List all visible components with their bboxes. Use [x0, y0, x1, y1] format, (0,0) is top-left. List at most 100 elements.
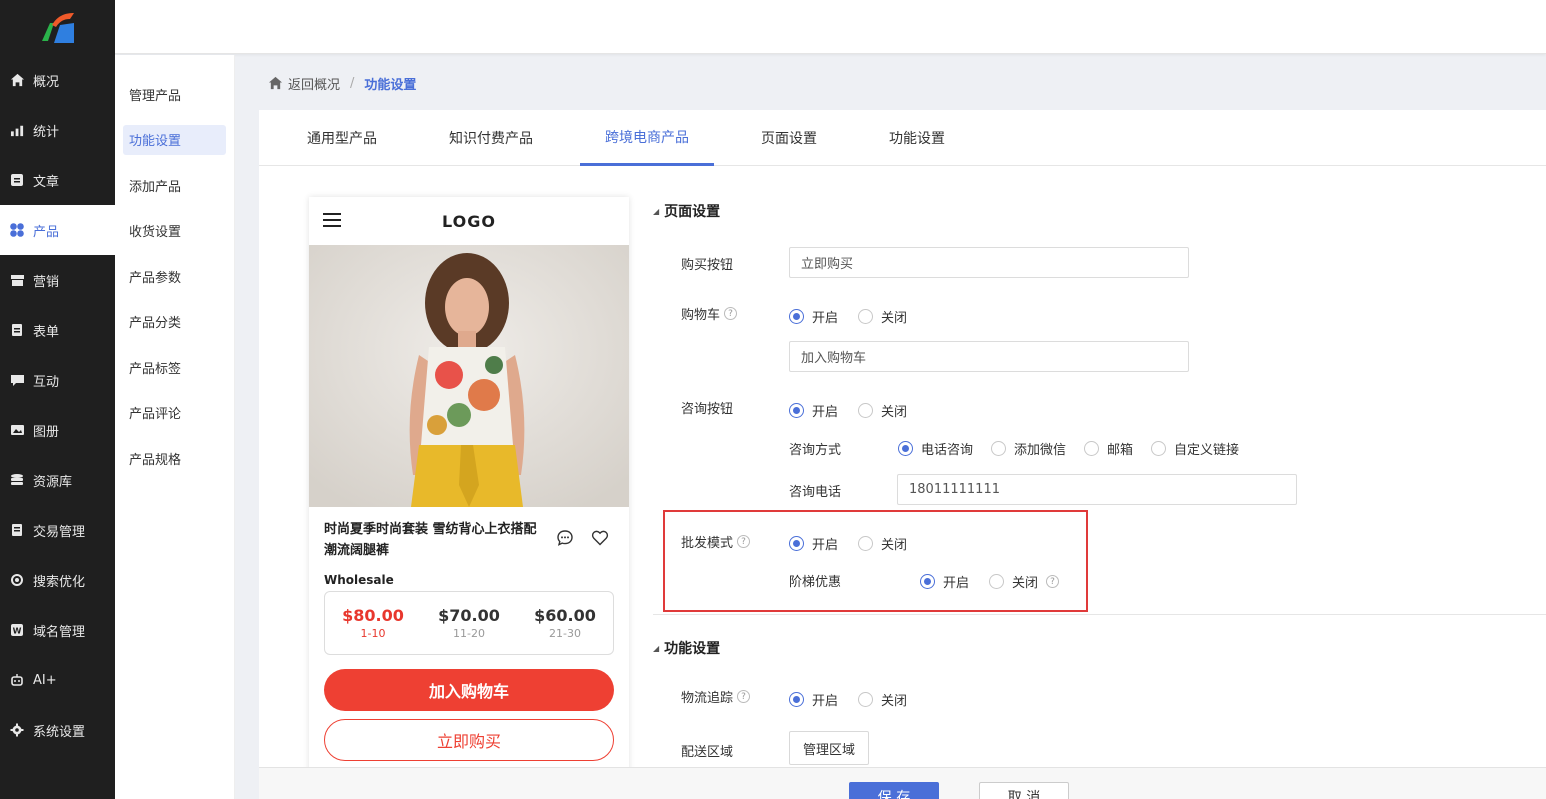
preview-product-title-wrap: 时尚夏季时尚套装 雪纺背心上衣搭配潮流阔腿裤	[309, 507, 629, 561]
subnav-item[interactable]: 产品参数	[123, 261, 226, 291]
consult-method-radio[interactable]: 添加微信	[991, 439, 1066, 458]
heart-icon[interactable]	[591, 529, 609, 547]
buy-button-input[interactable]: 立即购买	[789, 247, 1189, 278]
marketing-icon	[9, 272, 25, 288]
message-icon[interactable]	[556, 529, 574, 547]
add-to-cart-button[interactable]: 加入购物车	[324, 669, 614, 711]
app-logo[interactable]	[0, 0, 115, 55]
tier-price-range: 1-10	[360, 627, 386, 640]
nav-item-6[interactable]: 互动	[0, 355, 115, 405]
tracking-radio-group: 开启 关闭	[789, 690, 907, 709]
nav-item-9[interactable]: 交易管理	[0, 505, 115, 555]
nav-item-label: 搜索优化	[33, 574, 86, 590]
subnav-item[interactable]: 管理产品	[123, 79, 226, 109]
tracking-on-radio[interactable]: 开启	[789, 690, 838, 709]
tier-price: $70.00 11-20	[421, 592, 517, 654]
function-settings-section-title: ◢ 功能设置	[653, 638, 720, 658]
help-icon[interactable]: ?	[724, 307, 738, 320]
function-settings-title: 功能设置	[664, 641, 721, 657]
nav-item-label: 文章	[33, 174, 60, 190]
tab-0[interactable]: 通用型产品	[282, 110, 402, 166]
subnav-item[interactable]: 产品分类	[123, 307, 226, 337]
tier-price-range: 21-30	[549, 627, 581, 640]
tab-2[interactable]: 跨境电商产品	[580, 110, 714, 166]
tab-1[interactable]: 知识付费产品	[424, 110, 558, 166]
tracking-label: 物流追踪?	[681, 687, 751, 706]
tab-4[interactable]: 功能设置	[864, 110, 970, 166]
nav-item-1[interactable]: 统计	[0, 105, 115, 155]
consult-label: 咨询按钮	[681, 402, 734, 417]
subnav-item[interactable]: 产品标签	[123, 352, 226, 382]
nav-item-13[interactable]: 系统设置	[0, 705, 115, 755]
breadcrumb-back-link[interactable]: 返回概况	[288, 74, 340, 93]
consult-off-radio[interactable]: 关闭	[858, 401, 907, 420]
tracking-off-radio[interactable]: 关闭	[858, 690, 907, 709]
product-image	[309, 245, 629, 507]
tier-price: $80.00 1-10	[325, 592, 421, 654]
nav-item-label: 产品	[33, 224, 60, 240]
consult-method-radio[interactable]: 自定义链接	[1151, 439, 1239, 458]
preview-product-title: 时尚夏季时尚套装 雪纺背心上衣搭配潮流阔腿裤	[324, 522, 537, 558]
nav-item-11[interactable]: W 域名管理	[0, 605, 115, 655]
preview-header: LOGO	[309, 197, 629, 245]
sub-nav: 管理产品功能设置添加产品收货设置产品参数产品分类产品标签产品评论产品规格	[115, 55, 235, 799]
tier-price: $60.00 21-30	[517, 592, 613, 654]
nav-item-label: 营销	[33, 274, 60, 290]
nav-item-12[interactable]: AI+	[0, 655, 115, 705]
tier-price-box: $80.00 1-10 $70.00 11-20 $60.00 21-30	[324, 591, 614, 655]
nav-item-3[interactable]: 产品	[0, 205, 115, 255]
manage-area-button[interactable]: 管理区域	[789, 731, 869, 765]
consult-on-radio[interactable]: 开启	[789, 401, 838, 420]
nav-item-7[interactable]: 图册	[0, 405, 115, 455]
nav-item-0[interactable]: 概况	[0, 55, 115, 105]
chat-icon	[9, 372, 25, 388]
nav-item-8[interactable]: 资源库	[0, 455, 115, 505]
breadcrumb-current: 功能设置	[364, 77, 417, 93]
delivery-area-label: 配送区域	[681, 745, 734, 760]
consult-method-radio[interactable]: 电话咨询	[898, 439, 973, 458]
consult-phone-label: 咨询电话	[789, 485, 842, 500]
tier-price-value: $60.00	[534, 606, 596, 625]
database-icon	[9, 472, 25, 488]
consult-method-radio[interactable]: 邮箱	[1084, 439, 1133, 458]
consult-phone-input[interactable]: 18011111111	[897, 474, 1297, 505]
nav-item-label: AI+	[33, 672, 57, 688]
logo-icon	[41, 12, 74, 43]
product-type-tabs: 通用型产品 知识付费产品 跨境电商产品 页面设置 功能设置	[259, 110, 1546, 166]
collapse-triangle-icon[interactable]: ◢	[653, 644, 659, 653]
subnav-item[interactable]: 功能设置	[123, 124, 226, 155]
cancel-button[interactable]: 取 消	[979, 782, 1069, 799]
nav-item-label: 互动	[33, 374, 60, 390]
svg-text:W: W	[13, 627, 22, 636]
order-icon	[9, 522, 25, 538]
cart-off-radio[interactable]: 关闭	[858, 307, 907, 326]
help-icon[interactable]: ?	[737, 690, 751, 703]
nav-item-label: 图册	[33, 424, 60, 440]
subnav-item[interactable]: 产品评论	[123, 398, 226, 428]
home-icon	[268, 76, 283, 90]
subnav-item[interactable]: 产品规格	[123, 443, 226, 473]
tier-price-value: $80.00	[342, 606, 404, 625]
cart-text-input[interactable]: 加入购物车	[789, 341, 1189, 372]
nav-item-label: 概况	[33, 74, 60, 90]
subnav-item[interactable]: 添加产品	[123, 170, 226, 200]
product-icon	[9, 222, 25, 238]
subnav-item[interactable]: 收货设置	[123, 216, 226, 246]
collapse-triangle-icon[interactable]: ◢	[653, 207, 659, 216]
preview-logo: LOGO	[442, 211, 496, 231]
stats-icon	[9, 122, 25, 138]
nav-item-2[interactable]: 文章	[0, 155, 115, 205]
consult-method-radio-group: 电话咨询 添加微信 邮箱 自定义链接	[898, 439, 1239, 458]
nav-item-10[interactable]: 搜索优化	[0, 555, 115, 605]
save-button[interactable]: 保 存	[849, 782, 939, 799]
nav-item-5[interactable]: 表单	[0, 305, 115, 355]
cart-on-radio[interactable]: 开启	[789, 307, 838, 326]
buy-now-button[interactable]: 立即购买	[324, 719, 614, 761]
product-photo-illustration	[309, 245, 629, 507]
tab-3[interactable]: 页面设置	[736, 110, 842, 166]
breadcrumb-separator: /	[350, 75, 355, 91]
tier-price-value: $70.00	[438, 606, 500, 625]
nav-item-label: 资源库	[33, 474, 73, 490]
nav-item-4[interactable]: 营销	[0, 255, 115, 305]
nav-item-label: 域名管理	[33, 624, 86, 640]
